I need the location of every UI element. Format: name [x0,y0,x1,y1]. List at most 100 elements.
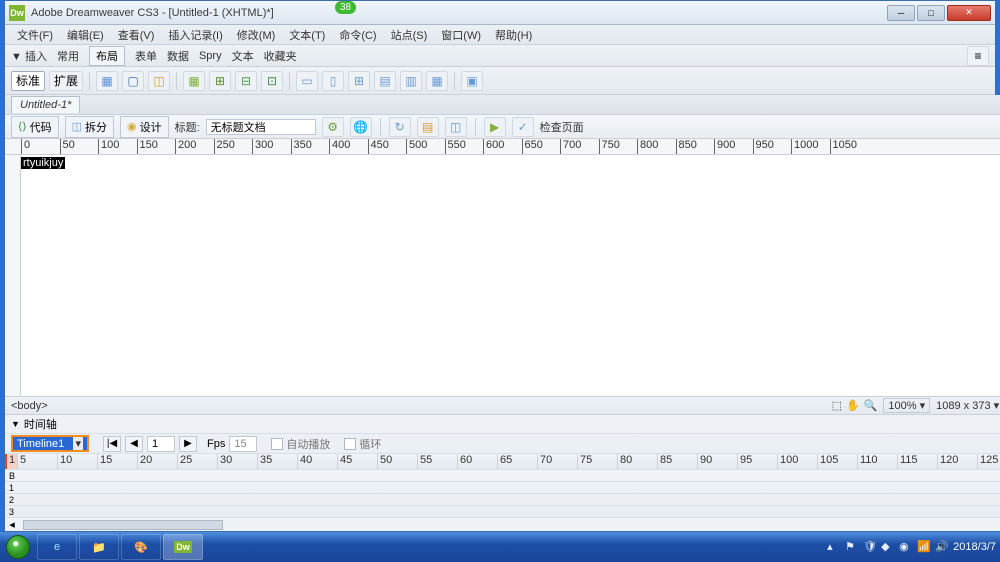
task-dreamweaver[interactable]: Dw [163,534,203,560]
table-tool2-icon[interactable]: ⊞ [209,71,231,91]
insert-bar: ▼ 插入 常用 布局 表单 数据 Spry 文本 收藏夹 ≡ [5,45,995,67]
task-ie[interactable]: e [37,534,77,560]
timeline-header[interactable]: ▼ 时间轴 [5,415,1000,433]
insert-tab-layout[interactable]: 布局 [89,46,125,66]
selected-text[interactable]: rtyuikjuy [21,157,65,169]
document-tab[interactable]: Untitled-1* [11,96,80,113]
menu-view[interactable]: 查看(V) [114,25,159,45]
check-page-label[interactable]: 检查页面 [540,119,584,135]
titlebar: Dw Adobe Dreamweaver CS3 - [Untitled-1 (… [5,1,995,25]
insert-tab-fav[interactable]: 收藏夹 [264,48,297,64]
cell-tool2-icon[interactable]: ▤ [374,71,396,91]
design-canvas[interactable]: rtyuikjuy [21,155,1000,396]
rewind-button[interactable]: |◀ [103,436,121,452]
tray-volume-icon[interactable]: 🔊 [935,540,949,554]
cell-tool-icon[interactable]: ⊞ [348,71,370,91]
minimize-button[interactable]: ─ [887,5,915,21]
table-tool-icon[interactable]: ▦ [183,71,205,91]
collapse-icon: ▼ [11,419,20,429]
insert-tab-data[interactable]: 数据 [167,48,189,64]
taskbar-clock[interactable]: 2018/3/7 [953,541,996,553]
tray-expand-icon[interactable]: ▴ [827,540,841,554]
tag-selector[interactable]: <body> [11,400,48,412]
validate-icon[interactable]: ✓ [512,117,534,137]
timeline-row[interactable]: B [5,469,1000,481]
cell-tool4-icon[interactable]: ▦ [426,71,448,91]
insert-tab-common[interactable]: 常用 [57,48,79,64]
div-tool-icon[interactable]: ▦ [96,71,118,91]
timeline-row[interactable]: 3 [5,505,1000,517]
design-view-button[interactable]: ◉设计 [120,116,169,138]
separator [454,72,455,90]
insert-tab-spry[interactable]: Spry [199,50,222,62]
menu-modify[interactable]: 修改(M) [233,25,280,45]
insert-tab-text[interactable]: 文本 [232,48,254,64]
start-button[interactable] [0,532,36,562]
standard-mode-button[interactable]: 标准 [11,71,45,91]
title-input[interactable] [206,119,316,135]
tray-shield-icon[interactable]: 🛡 [863,540,877,554]
cell-tool3-icon[interactable]: ▥ [400,71,422,91]
menu-edit[interactable]: 编辑(E) [63,25,108,45]
tray-network-icon[interactable]: 📶 [917,540,931,554]
insert-tab-forms[interactable]: 表单 [135,48,157,64]
autoplay-check[interactable]: 自动播放 [271,436,330,452]
timeline-row[interactable]: 1 [5,481,1000,493]
zoom-tool-icon[interactable]: 🔍 [864,399,878,412]
back-button[interactable]: ◀ [125,436,143,452]
layout-tool2-icon[interactable]: ⊡ [261,71,283,91]
tray-icon[interactable]: ⚑ [845,540,859,554]
col-tool-icon[interactable]: ▯ [322,71,344,91]
visual-aids-icon[interactable]: ▶ [484,117,506,137]
task-paint[interactable]: 🎨 [121,534,161,560]
preview-globe-icon[interactable]: 🌐 [350,117,372,137]
expanded-mode-button[interactable]: 扩展 [49,71,83,91]
tray-icon[interactable]: ◆ [881,540,895,554]
timeline-row[interactable]: 2 [5,493,1000,505]
maximize-button[interactable]: □ [917,5,945,21]
select-tool-icon[interactable]: ⬚ [832,399,842,412]
menu-help[interactable]: 帮助(H) [491,25,536,45]
zoom-combo[interactable]: 100% ▾ [883,398,930,413]
frame-input[interactable] [147,436,175,452]
menu-window[interactable]: 窗口(W) [437,25,485,45]
fps-label: Fps [207,438,225,450]
menu-site[interactable]: 站点(S) [387,25,432,45]
split-view-button[interactable]: ◫拆分 [65,116,114,138]
hand-tool-icon[interactable]: ✋ [846,399,860,412]
refresh-icon[interactable]: ↻ [389,117,411,137]
insert-label: ▼ 插入 [11,48,47,64]
ap-div-tool-icon[interactable]: ▢ [122,71,144,91]
spry-tool-icon[interactable]: ◫ [148,71,170,91]
frame-tool-icon[interactable]: ▣ [461,71,483,91]
timeline-select[interactable]: Timeline1▾ [11,435,89,452]
forward-button[interactable]: ▶ [179,436,197,452]
close-button[interactable]: ✕ [947,5,991,21]
panel-menu-icon[interactable]: ≡ [967,46,989,66]
view-options-icon[interactable]: ◫ [445,117,467,137]
separator [289,72,290,90]
tray-icon[interactable]: ◉ [899,540,913,554]
loop-check[interactable]: 循环 [344,436,381,452]
timeline-ruler: 1510152025303540455055606570758085909510… [5,453,1000,469]
scroll-thumb[interactable] [23,520,223,530]
row-tool-icon[interactable]: ▭ [296,71,318,91]
menu-file[interactable]: 文件(F) [13,25,57,45]
window-size[interactable]: 1089 x 373 ▾ [936,399,999,412]
separator [380,118,381,136]
task-explorer[interactable]: 📁 [79,534,119,560]
title-label: 标题: [175,119,200,135]
server-debug-icon[interactable]: ⚙ [322,117,344,137]
timeline-scrollbar[interactable]: ◂ [5,517,1000,531]
fps-input[interactable] [229,436,257,452]
scroll-left-icon[interactable]: ◂ [5,518,19,531]
menubar: 文件(F) 编辑(E) 查看(V) 插入记录(I) 修改(M) 文本(T) 命令… [5,25,995,45]
file-mgmt-icon[interactable]: ▤ [417,117,439,137]
menu-text[interactable]: 文本(T) [285,25,329,45]
menu-insert[interactable]: 插入记录(I) [164,25,226,45]
menu-commands[interactable]: 命令(C) [335,25,380,45]
layout-tool-icon[interactable]: ⊟ [235,71,257,91]
document-column: Untitled-1* ─ ▫ ✕ ⟨⟩代码 ◫拆分 ◉设计 标题: ⚙ 🌐 ↻… [5,95,1000,531]
code-view-button[interactable]: ⟨⟩代码 [11,116,59,138]
notification-badge: 38 [335,1,356,14]
